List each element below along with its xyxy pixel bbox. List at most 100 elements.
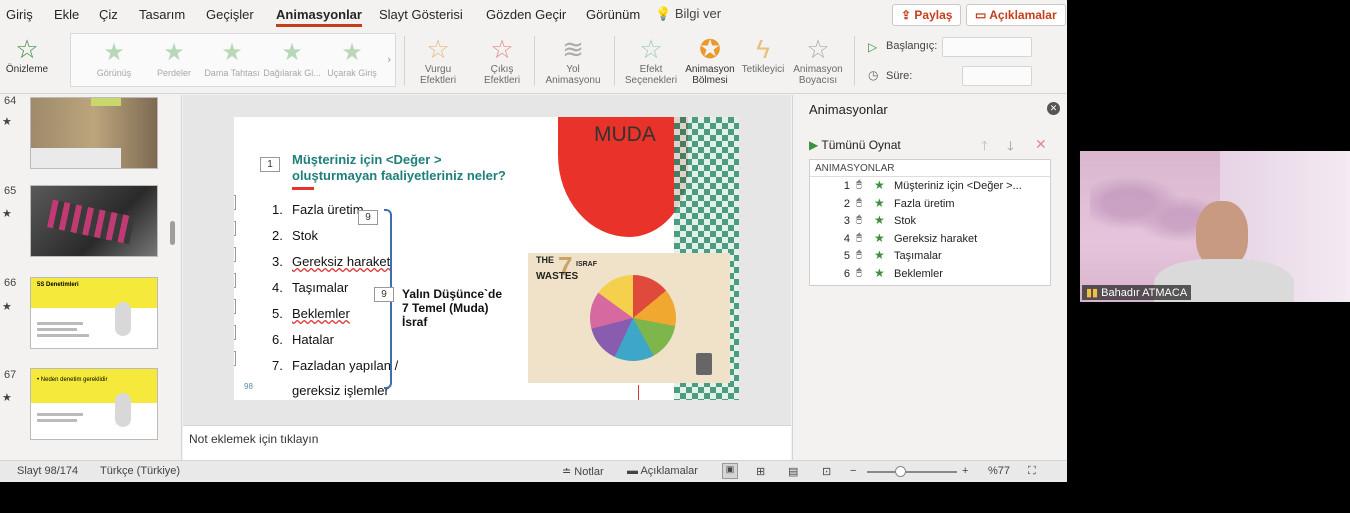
animation-row[interactable]: 1 🖰 ★ Müşteriniz için <Değer >... [810, 177, 1050, 195]
play-all-button[interactable]: ▶ Tümünü Oynat [809, 138, 901, 152]
zoom-slider[interactable] [867, 471, 957, 473]
tab-insert[interactable]: Ekle [54, 7, 79, 22]
zoom-out-icon[interactable]: − [850, 465, 856, 477]
slideshow-icon[interactable]: ⊡ [822, 465, 831, 478]
list-number: 2. [272, 228, 283, 243]
slide-thumbnail-64[interactable] [30, 97, 158, 169]
notes-area[interactable]: Not eklemek için tıklayın [183, 425, 791, 460]
brace-line: İsraf [402, 315, 428, 329]
list-header: ANIMASYONLAR [810, 160, 1050, 177]
animation-painter-button[interactable]: ☆ Animasyon Boyacısı [790, 34, 846, 86]
gallery-item-checkerboard[interactable]: ★ Dama Tahtası [203, 38, 261, 78]
slide-canvas[interactable]: MUDA 1 Müşteriniz için <Değer > oluşturm… [234, 117, 739, 400]
path-icon: ≋ [562, 34, 584, 64]
list-number: 3. [272, 254, 283, 269]
slide-thumbnail-67[interactable]: • Neden denetim gereklidir [30, 368, 158, 440]
thumb-line [37, 328, 77, 331]
share-button[interactable]: ⇪ Paylaş [892, 4, 962, 26]
tell-me[interactable]: 💡 Bilgi ver [655, 6, 721, 22]
mouse-click-icon: 🖰 [856, 196, 862, 208]
animation-pane-button[interactable]: ✪ Animasyon Bölmesi [682, 34, 738, 86]
slide-number: 65 [4, 185, 17, 197]
painter-icon: ☆ [806, 34, 830, 64]
star-icon: ☆ [426, 34, 450, 64]
gallery-item-appear[interactable]: ★ Görünüş [85, 38, 143, 78]
move-up-icon[interactable]: 🡑 [981, 137, 988, 159]
animation-tag: 9 [374, 287, 394, 302]
star-icon: ★ [874, 265, 885, 280]
list-text: Fazladan yapılan / [292, 358, 399, 373]
gallery-item-fly-in[interactable]: ★ Uçarak Giriş [323, 38, 381, 78]
zoom-in-icon[interactable]: + [962, 465, 968, 477]
thumb-line [37, 334, 89, 337]
tab-view[interactable]: Görünüm [586, 7, 640, 22]
clock-icon: ◷ [868, 68, 879, 82]
tab-home[interactable]: Giriş [6, 7, 33, 22]
notes-toggle[interactable]: ≐ Notlar [562, 465, 604, 478]
infographic-title: ISRAF [576, 261, 597, 268]
tab-design[interactable]: Tasarım [139, 7, 185, 22]
comments-button[interactable]: ▭ Açıklamalar [966, 4, 1066, 26]
reading-view-icon[interactable]: ▤ [788, 465, 798, 478]
list-item: 4. Taşımalar [272, 280, 348, 295]
list-item: 7. Fazladan yapılan / [272, 358, 398, 373]
thumb-yellow [31, 369, 157, 403]
list-item-continuation: gereksiz işlemler [292, 383, 389, 398]
start-select[interactable] [942, 37, 1032, 57]
normal-view-icon[interactable]: ▣ [722, 463, 738, 479]
exit-effects-button[interactable]: ☆ Çıkış Efektleri [476, 34, 528, 86]
animation-row[interactable]: 5 🖰 ★ Taşımalar [810, 247, 1050, 265]
play-icon: ▶ [809, 138, 819, 152]
tab-draw[interactable]: Çiz [99, 7, 118, 22]
list-text: Fazla üretim [292, 202, 364, 217]
slide-sorter-icon[interactable]: ⊞ [756, 465, 765, 478]
animation-gallery: ★ Görünüş ★ Perdeler ★ Dama Tahtası ★ Dağıla… [70, 33, 396, 87]
animation-row[interactable]: 3 🖰 ★ Stok [810, 212, 1050, 230]
zoom-slider-thumb[interactable] [895, 466, 906, 477]
delete-icon[interactable]: ✕ [1035, 136, 1047, 153]
zoom-level[interactable]: %77 [988, 465, 1010, 477]
animation-row[interactable]: 2 🖰 ★ Fazla üretim [810, 195, 1050, 213]
guide-line [638, 385, 639, 400]
duration-stepper[interactable] [962, 66, 1032, 86]
separator [854, 36, 855, 86]
comments-toggle[interactable]: ▬ Açıklamalar [627, 465, 698, 477]
trigger-button[interactable]: ϟ Tetikleyici [738, 34, 788, 75]
emphasis-effects-button[interactable]: ☆ Vurgu Efektleri [412, 34, 464, 86]
tab-review[interactable]: Gözden Geçir [486, 7, 566, 22]
close-icon[interactable]: ✕ [1047, 102, 1060, 115]
infographic-title: WASTES [536, 271, 579, 282]
thumb-title: • Neden denetim gereklidir [37, 377, 108, 383]
tab-slideshow[interactable]: Slayt Gösterisi [379, 7, 463, 22]
preview-button[interactable]: ☆ Önizleme [4, 34, 50, 75]
language-indicator[interactable]: Türkçe (Türkiye) [100, 465, 180, 477]
slide-thumbnail-65[interactable] [30, 185, 158, 257]
scrollbar-thumb[interactable] [170, 221, 175, 245]
animation-row[interactable]: 6 🖰 ★ Beklemler [810, 265, 1050, 283]
slide-thumbnail-66[interactable]: 5S Denetimleri [30, 277, 158, 349]
move-down-icon[interactable]: 🡓 [1007, 137, 1014, 159]
thumb-figure [115, 302, 131, 336]
chevron-right-icon[interactable]: › [387, 54, 391, 66]
mouse-click-icon: 🖰 [856, 231, 862, 243]
motion-path-button[interactable]: ≋ Yol Animasyonu [540, 34, 606, 86]
tab-animations[interactable]: Animasyonlar [276, 7, 362, 27]
fit-to-window-icon[interactable]: ⛶ [1028, 465, 1036, 478]
effect-options-button[interactable]: ☆ Efekt Seçenekleri [620, 34, 682, 86]
gallery-item-blinds[interactable]: ★ Perdeler [145, 38, 203, 78]
animation-pane: Animasyonlar ✕ ▶ Tümünü Oynat 🡑 🡓 ✕ ANIM… [792, 95, 1067, 460]
thumb-line [37, 322, 83, 325]
trash-bin [696, 353, 712, 375]
list-text: Hatalar [292, 332, 334, 347]
animation-star-icon: ★ [2, 116, 12, 128]
thumb-line [37, 413, 83, 416]
animation-star-icon: ★ [2, 392, 12, 404]
star-icon: ★ [221, 39, 243, 66]
infographic-title: THE [536, 255, 554, 265]
title-underline [292, 187, 314, 190]
gallery-item-dissolve[interactable]: ★ Dağılarak Gi... [263, 38, 321, 78]
list-number: 6. [272, 332, 283, 347]
tab-transitions[interactable]: Geçişler [206, 7, 254, 22]
slide-counter: Slayt 98/174 [17, 465, 79, 477]
animation-row[interactable]: 4 🖰 ★ Gereksiz haraket [810, 230, 1050, 248]
